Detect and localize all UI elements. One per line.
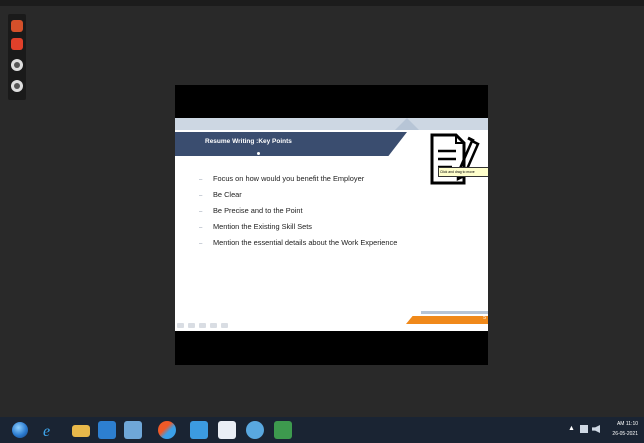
bullet-text: Mention the Existing Skill Sets [213, 222, 312, 231]
footer-band [421, 311, 488, 314]
clock-date[interactable]: 26-05-2021 [612, 431, 638, 437]
bullet-text: Focus on how would you benefit the Emplo… [213, 174, 365, 183]
document-pen-icon [430, 133, 480, 185]
tray-arrow-icon[interactable]: ▲ [568, 425, 576, 433]
next-slide-icon[interactable] [188, 322, 195, 328]
svg-text:e: e [43, 423, 50, 439]
bullet-item: – Mention the Existing Skill Sets [199, 222, 419, 232]
bullet-list: – Focus on how would you benefit the Emp… [199, 174, 419, 254]
bullet-item: – Mention the essential details about th… [199, 238, 419, 248]
camera-icon[interactable] [11, 59, 23, 71]
desktop: Resume Writing :Key Points Click and dra… [0, 0, 644, 417]
footer-accent-bar [406, 316, 488, 324]
webcam-icon[interactable] [11, 80, 23, 92]
window-icon[interactable] [124, 421, 142, 439]
header-band-notch [395, 118, 419, 130]
bullet-marker: – [199, 241, 203, 247]
menu-icon[interactable] [221, 322, 228, 328]
taskbar: e ▲ AM 11:10 26-05-2021 [0, 417, 644, 443]
bullet-text: Be Precise and to the Point [213, 206, 303, 215]
bullet-marker: – [199, 225, 203, 231]
bullet-item: – Focus on how would you benefit the Emp… [199, 174, 419, 184]
recording-toolbar [8, 14, 26, 100]
media-player-icon[interactable] [98, 421, 116, 439]
screen-recorder-icon[interactable] [190, 421, 208, 439]
cursor-dot [257, 152, 260, 155]
slide-player: Resume Writing :Key Points Click and dra… [175, 85, 488, 365]
internet-explorer-icon[interactable]: e [40, 421, 58, 439]
zoom-icon[interactable] [210, 322, 217, 328]
settings-icon[interactable] [246, 421, 264, 439]
network-icon[interactable] [580, 425, 588, 433]
bullet-marker: – [199, 209, 203, 215]
spreadsheet-icon[interactable] [274, 421, 292, 439]
slide: Resume Writing :Key Points Click and dra… [175, 118, 488, 331]
bullet-marker: – [199, 177, 203, 183]
slide-number: 5 [483, 315, 486, 321]
bullet-item: – Be Clear [199, 190, 419, 200]
file-explorer-icon[interactable] [72, 425, 90, 437]
move-tooltip: Click and drag to move [438, 167, 488, 177]
bullet-text: Be Clear [213, 190, 242, 199]
system-tray: ▲ AM 11:10 26-05-2021 [564, 417, 644, 443]
prev-slide-icon[interactable] [177, 322, 184, 328]
record-icon[interactable] [11, 20, 23, 32]
bullet-text: Mention the essential details about the … [213, 238, 398, 247]
volume-icon[interactable] [592, 425, 600, 433]
paint-icon[interactable] [158, 421, 176, 439]
pen-icon[interactable] [199, 322, 206, 328]
slide-controls [177, 321, 247, 329]
clock-time[interactable]: AM 11:10 [617, 421, 638, 427]
bullet-marker: – [199, 193, 203, 199]
slide-title: Resume Writing :Key Points [205, 138, 292, 145]
top-strip [0, 0, 644, 6]
windows-start-icon[interactable] [12, 422, 28, 438]
bullet-item: – Be Precise and to the Point [199, 206, 419, 216]
pause-icon[interactable] [11, 38, 23, 50]
document-icon[interactable] [218, 421, 236, 439]
